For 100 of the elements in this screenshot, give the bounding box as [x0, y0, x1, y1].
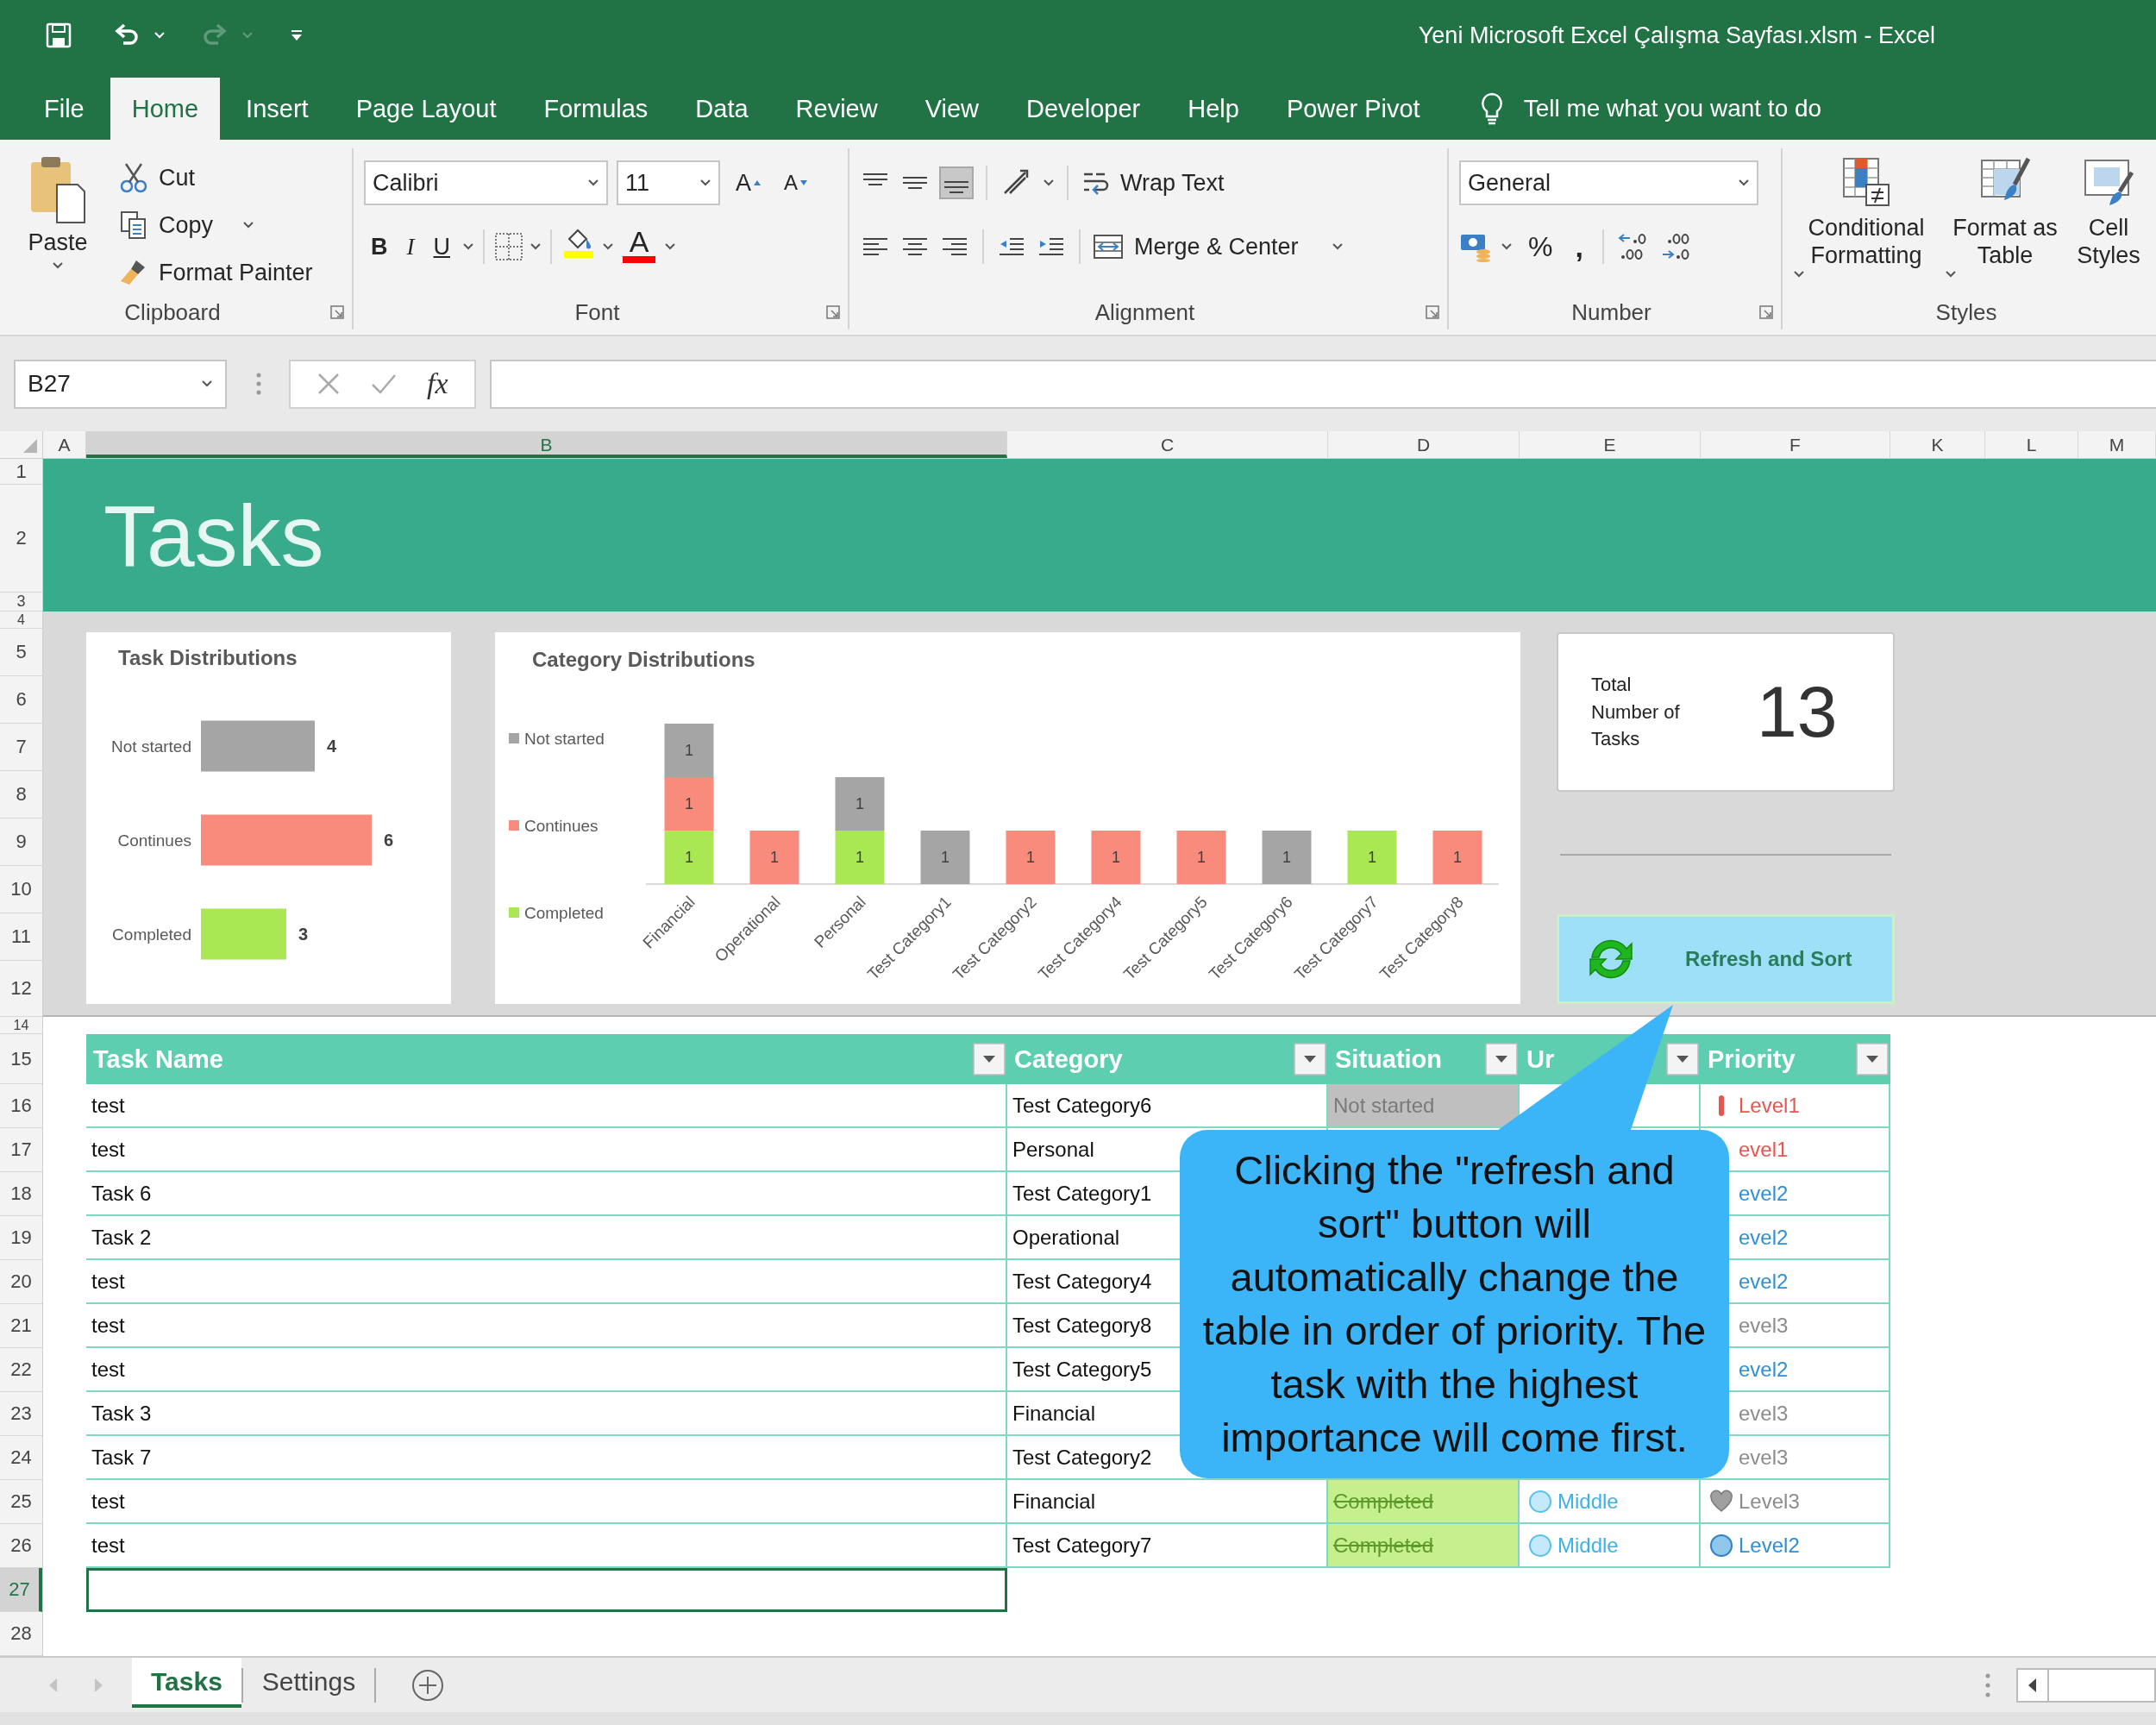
font-name-dropdown[interactable]: Calibri: [364, 160, 608, 205]
bold-button[interactable]: B: [364, 227, 395, 267]
name-box[interactable]: B27: [14, 359, 227, 409]
column-header[interactable]: K: [1890, 431, 1985, 458]
caret-icon[interactable]: [1331, 242, 1344, 251]
caret-icon[interactable]: [1793, 269, 1805, 279]
column-header[interactable]: C: [1007, 431, 1328, 458]
row-header[interactable]: 15: [0, 1034, 42, 1084]
row-header[interactable]: 6: [0, 676, 42, 724]
underline-button[interactable]: U: [426, 227, 457, 267]
row-header[interactable]: 9: [0, 819, 42, 866]
borders-icon[interactable]: [493, 231, 524, 262]
filter-dropdown-button[interactable]: [1485, 1043, 1518, 1076]
row-header[interactable]: 5: [0, 629, 42, 676]
ribbon-tab[interactable]: View: [903, 78, 1001, 140]
dialog-launcher-icon[interactable]: [825, 304, 841, 320]
row-header[interactable]: 16: [0, 1084, 42, 1128]
caret-icon[interactable]: [52, 261, 64, 270]
caret-icon[interactable]: [587, 179, 599, 187]
row-header[interactable]: 10: [0, 866, 42, 913]
save-icon[interactable]: [45, 22, 72, 49]
cell-styles-button[interactable]: Cell Styles: [2071, 155, 2147, 295]
plus-icon[interactable]: [411, 1667, 446, 1703]
comma-style-button[interactable]: ,: [1568, 227, 1590, 267]
row-header[interactable]: 23: [0, 1392, 42, 1436]
filter-dropdown-button[interactable]: [973, 1043, 1006, 1076]
caret-icon[interactable]: [242, 221, 255, 229]
ribbon-tab[interactable]: Home: [110, 78, 221, 140]
row-header[interactable]: 14: [0, 1017, 42, 1034]
merge-center-button[interactable]: Merge & Center: [1093, 224, 1344, 269]
row-header[interactable]: 8: [0, 771, 42, 819]
ribbon-tab[interactable]: Insert: [224, 78, 330, 140]
row-header[interactable]: 4: [0, 612, 42, 629]
row-header[interactable]: 22: [0, 1348, 42, 1392]
font-size-dropdown[interactable]: 11: [617, 160, 720, 205]
ribbon-tab[interactable]: File: [22, 78, 106, 140]
row-header[interactable]: 27: [0, 1568, 42, 1612]
horizontal-scrollbar[interactable]: [2049, 1667, 2156, 1703]
caret-icon[interactable]: [602, 242, 614, 251]
row-header[interactable]: 12: [0, 961, 42, 1017]
caret-icon[interactable]: [462, 242, 474, 251]
sheet-tab[interactable]: Tasks: [132, 1658, 241, 1708]
row-header[interactable]: 18: [0, 1172, 42, 1216]
row-header[interactable]: 7: [0, 724, 42, 771]
filter-dropdown-button[interactable]: [1666, 1043, 1699, 1076]
column-header[interactable]: B: [86, 431, 1007, 458]
italic-button[interactable]: I: [399, 227, 422, 267]
scroll-left-button[interactable]: [2016, 1667, 2049, 1703]
ribbon-tab[interactable]: Page Layout: [334, 78, 518, 140]
format-painter-button[interactable]: Format Painter: [119, 250, 313, 295]
row-header[interactable]: 17: [0, 1128, 42, 1172]
ribbon-tab[interactable]: Review: [774, 78, 899, 140]
ribbon-tab[interactable]: Power Pivot: [1264, 78, 1442, 140]
caret-icon[interactable]: [1501, 242, 1513, 251]
dialog-launcher-icon[interactable]: [1758, 304, 1774, 320]
row-header[interactable]: 20: [0, 1260, 42, 1304]
row-header[interactable]: 1: [0, 459, 42, 485]
row-header[interactable]: 11: [0, 913, 42, 961]
ribbon-tab[interactable]: Developer: [1005, 78, 1163, 140]
ribbon-tab[interactable]: Formulas: [522, 78, 670, 140]
row-header[interactable]: 3: [0, 593, 42, 612]
customize-icon[interactable]: [290, 28, 304, 42]
column-header[interactable]: D: [1328, 431, 1520, 458]
row-header[interactable]: 25: [0, 1480, 42, 1524]
selected-cell[interactable]: [86, 1568, 1007, 1612]
grow-font-button[interactable]: A: [729, 163, 768, 203]
caret-icon[interactable]: [1945, 269, 1957, 279]
font-color-button[interactable]: A: [619, 227, 659, 267]
shrink-font-button[interactable]: A: [777, 163, 816, 203]
caret-icon[interactable]: [201, 380, 213, 388]
filter-dropdown-button[interactable]: [1294, 1043, 1326, 1076]
row-header[interactable]: 19: [0, 1216, 42, 1260]
cut-button[interactable]: Cut: [119, 155, 313, 200]
column-header[interactable]: F: [1701, 431, 1890, 458]
row-header[interactable]: 21: [0, 1304, 42, 1348]
paste-button[interactable]: Paste: [10, 155, 105, 295]
copy-button[interactable]: Copy: [119, 203, 313, 248]
format-as-table-button[interactable]: Format as Table: [1945, 155, 2065, 295]
insert-function-button[interactable]: fx: [427, 367, 448, 400]
caret-icon[interactable]: [1043, 179, 1055, 187]
column-header[interactable]: E: [1520, 431, 1701, 458]
caret-icon[interactable]: [1738, 179, 1750, 187]
formula-input[interactable]: [489, 359, 2156, 409]
caret-icon[interactable]: [699, 179, 711, 187]
ribbon-tab[interactable]: Help: [1166, 78, 1261, 140]
caret-icon[interactable]: [530, 242, 542, 251]
percent-button[interactable]: %: [1521, 227, 1560, 267]
dialog-launcher-icon[interactable]: [1425, 304, 1440, 320]
row-header[interactable]: 2: [0, 485, 42, 593]
filter-dropdown-button[interactable]: [1856, 1043, 1889, 1076]
column-header[interactable]: M: [2078, 431, 2156, 458]
column-header[interactable]: L: [1985, 431, 2078, 458]
row-header[interactable]: 24: [0, 1436, 42, 1480]
dialog-launcher-icon[interactable]: [329, 304, 345, 320]
tell-me-field[interactable]: Tell me what you want to do: [1478, 78, 1822, 140]
ribbon-tab[interactable]: Data: [674, 78, 770, 140]
number-format-dropdown[interactable]: General: [1459, 160, 1758, 205]
caret-icon[interactable]: [664, 242, 676, 251]
sheet-tab[interactable]: Settings: [242, 1658, 375, 1708]
conditional-formatting-button[interactable]: Conditional Formatting: [1793, 155, 1940, 295]
